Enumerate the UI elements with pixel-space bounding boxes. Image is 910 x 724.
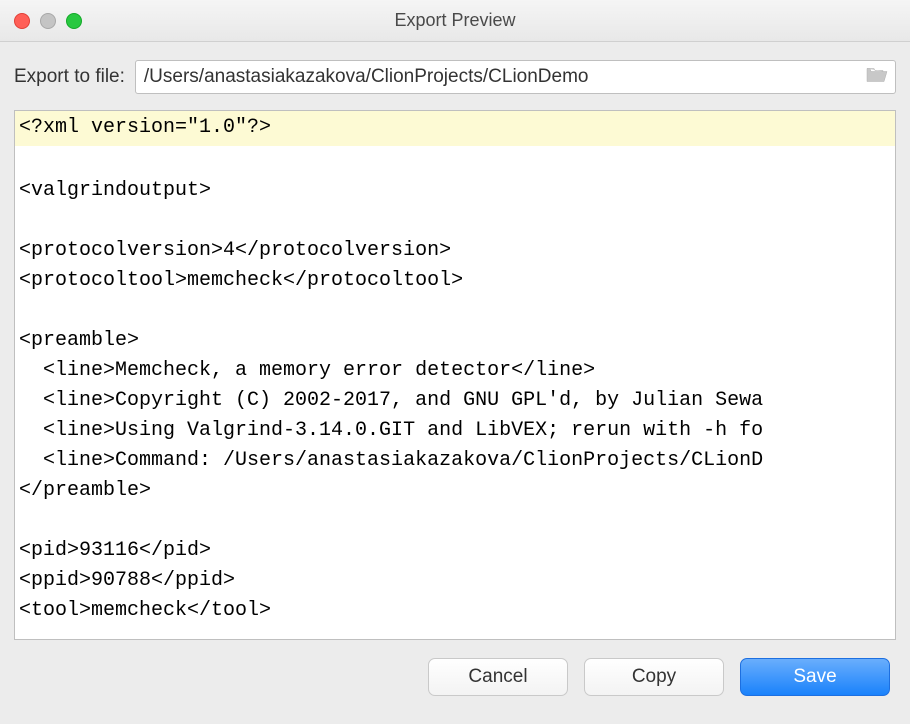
preview-body: <valgrindoutput> <protocolversion>4</pro…	[15, 146, 895, 632]
close-window-button[interactable]	[14, 13, 30, 29]
window-title: Export Preview	[0, 10, 910, 31]
button-row: Cancel Copy Save	[0, 640, 910, 696]
preview-first-line: <?xml version="1.0"?>	[15, 111, 895, 146]
copy-button[interactable]: Copy	[584, 658, 724, 696]
minimize-window-button[interactable]	[40, 13, 56, 29]
save-button[interactable]: Save	[740, 658, 890, 696]
export-file-input-wrap	[135, 60, 896, 94]
traffic-lights	[0, 13, 82, 29]
preview-textarea[interactable]: <?xml version="1.0"?> <valgrindoutput> <…	[14, 110, 896, 640]
export-file-label: Export to file:	[14, 66, 125, 88]
titlebar: Export Preview	[0, 0, 910, 42]
maximize-window-button[interactable]	[66, 13, 82, 29]
cancel-button[interactable]: Cancel	[428, 658, 568, 696]
export-file-row: Export to file:	[0, 42, 910, 106]
export-file-input[interactable]	[135, 60, 896, 94]
